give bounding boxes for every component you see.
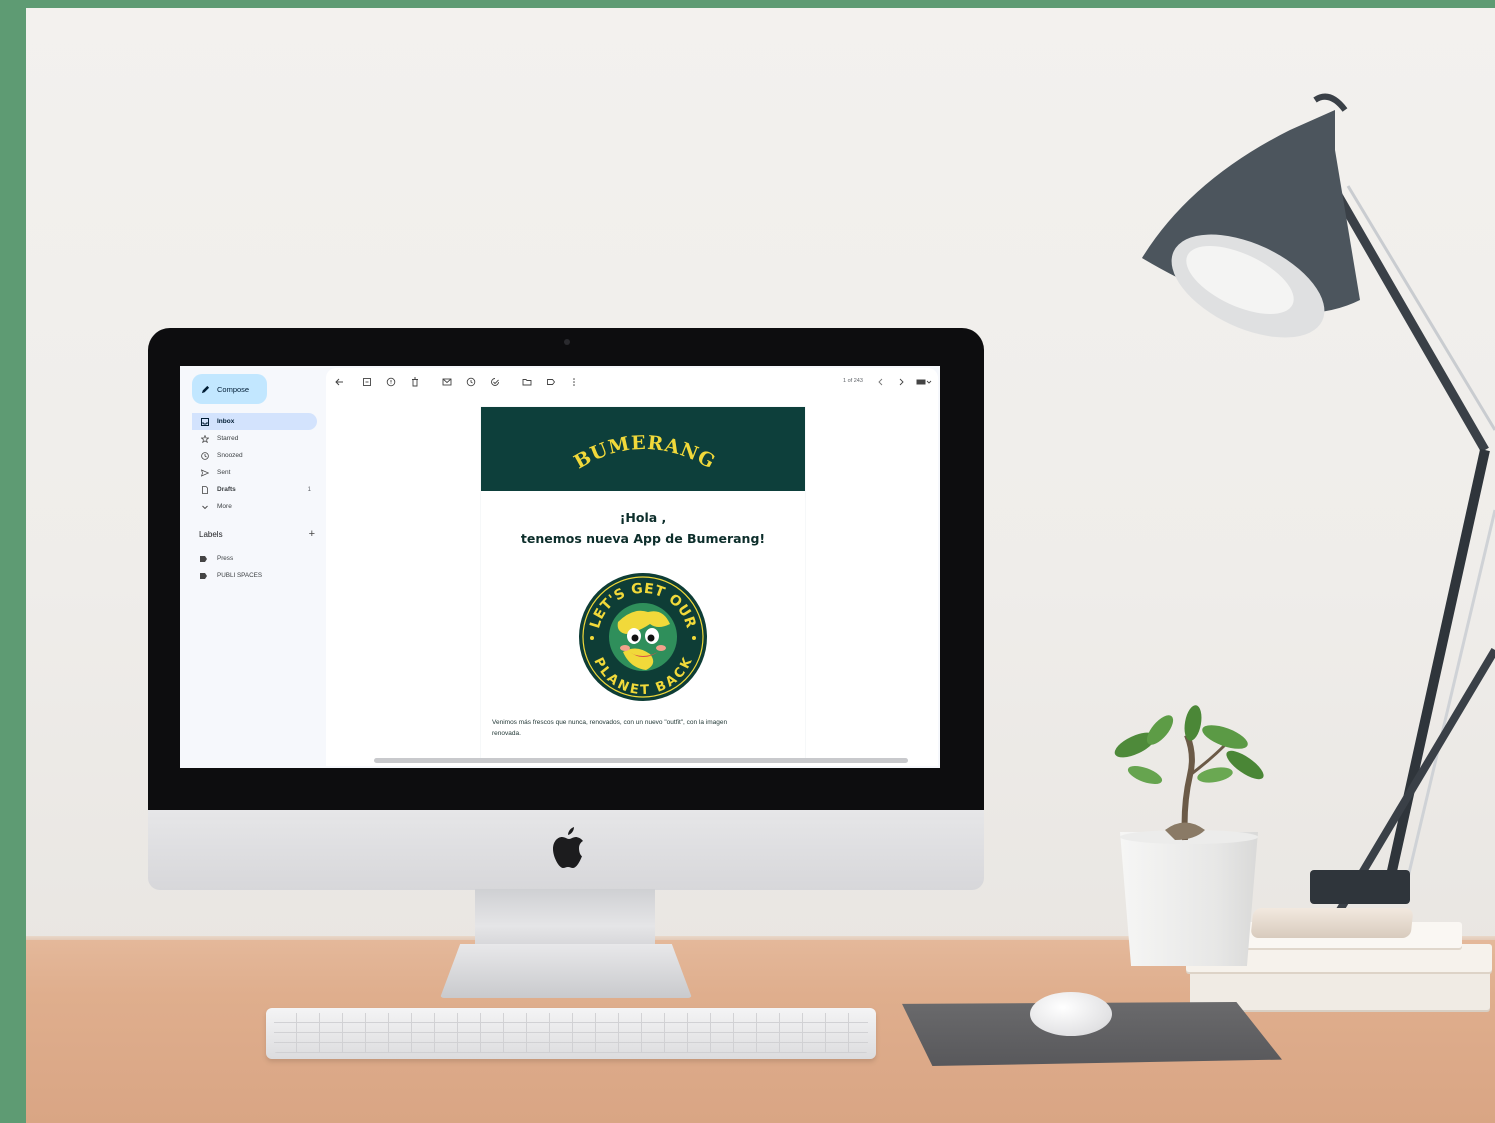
add-label-button[interactable]: +	[309, 529, 315, 540]
phone	[1250, 908, 1414, 938]
label-tag-icon	[200, 555, 207, 562]
report-spam-icon[interactable]	[386, 377, 396, 387]
imac-stand-neck	[475, 889, 655, 951]
keyboard-keys	[274, 1013, 868, 1053]
nav-item-sent[interactable]: Sent	[192, 464, 317, 481]
keyboard-icon[interactable]	[916, 377, 932, 387]
brand-text: BUMERANG	[570, 432, 718, 474]
body-line-1: Venimos más frescos que nunca, renovados…	[492, 719, 728, 726]
email-header-banner: BUMERANG	[481, 407, 805, 491]
email-greeting: ¡Hola , tenemos nueva App de Bumerang!	[481, 507, 805, 549]
star-icon	[201, 434, 209, 443]
nav-item-inbox[interactable]: Inbox	[192, 413, 317, 430]
archive-icon[interactable]	[362, 377, 372, 387]
email-body-text: Venimos más frescos que nunca, renovados…	[492, 717, 797, 739]
message-pane: 1 of 243 BUMERANG ¡Hola , tenemos nueva …	[326, 368, 938, 766]
imac-screen: Compose Inbox Starred Snoozed Sent Draft…	[180, 366, 940, 768]
mouse	[1030, 992, 1112, 1036]
imac-stand-foot	[440, 944, 692, 998]
svg-text:BUMERANG: BUMERANG	[570, 432, 719, 474]
greeting-line-1: ¡Hola ,	[619, 510, 667, 525]
imac-camera	[564, 339, 570, 345]
drafts-count: 1	[307, 486, 311, 493]
nav-label-inbox: Inbox	[217, 418, 235, 425]
more-vert-icon[interactable]	[569, 377, 579, 387]
pager-text: 1 of 243	[843, 378, 863, 384]
message-toolbar: 1 of 243	[326, 368, 938, 396]
compose-button[interactable]: Compose	[192, 374, 267, 404]
send-icon	[201, 468, 209, 477]
planet-badge: LET'S GET OUR PLANET BACK	[579, 573, 707, 701]
gmail-nav: Inbox Starred Snoozed Sent Drafts 1 More	[192, 413, 317, 515]
nav-label-sent: Sent	[217, 469, 231, 476]
compose-label: Compose	[217, 384, 250, 394]
nav-item-starred[interactable]: Starred	[192, 430, 317, 447]
greeting-line-2: tenemos nueva App de Bumerang!	[520, 531, 766, 546]
inbox-icon	[201, 417, 209, 426]
snooze-icon[interactable]	[466, 377, 476, 387]
label-icon[interactable]	[546, 377, 556, 387]
email-body: BUMERANG ¡Hola , tenemos nueva App de Bu…	[481, 407, 805, 759]
plant	[1114, 705, 1264, 841]
add-task-icon[interactable]	[490, 377, 500, 387]
chevron-down-icon	[202, 505, 208, 509]
body-line-2: renovada.	[492, 730, 521, 737]
plant-pot	[1120, 832, 1258, 966]
nav-item-drafts[interactable]: Drafts 1	[192, 481, 317, 498]
draft-icon	[202, 485, 208, 494]
labels-header: Labels +	[199, 529, 315, 540]
pencil-icon	[201, 385, 210, 393]
back-arrow-icon[interactable]	[334, 377, 344, 387]
nav-item-more[interactable]: More	[192, 498, 317, 515]
label-item-press[interactable]: Press	[200, 550, 320, 567]
chevron-right-icon[interactable]	[896, 377, 906, 387]
nav-label-more: More	[217, 503, 232, 510]
nav-item-snoozed[interactable]: Snoozed	[192, 447, 317, 464]
move-to-icon[interactable]	[522, 377, 532, 387]
nav-label-snoozed: Snoozed	[217, 452, 243, 459]
bumerang-logo: BUMERANG	[570, 432, 719, 474]
horizontal-scrollbar[interactable]	[374, 758, 908, 763]
chevron-left-icon[interactable]	[876, 377, 886, 387]
labels-title: Labels	[199, 530, 223, 539]
gmail-sidebar: Compose Inbox Starred Snoozed Sent Draft…	[180, 366, 322, 768]
label-tag-icon	[200, 572, 207, 579]
label-name: PUBLI SPACES	[217, 572, 263, 579]
nav-label-drafts: Drafts	[217, 486, 236, 493]
nav-label-starred: Starred	[217, 435, 239, 442]
trash-icon[interactable]	[410, 377, 420, 387]
keyboard	[266, 1008, 876, 1059]
label-item-publi-spaces[interactable]: PUBLI SPACES	[200, 567, 320, 584]
label-name: Press	[217, 555, 234, 562]
apple-logo-icon	[553, 827, 583, 868]
clock-icon	[201, 451, 209, 460]
label-list: Press PUBLI SPACES	[200, 550, 320, 584]
mark-unread-icon[interactable]	[442, 377, 452, 387]
